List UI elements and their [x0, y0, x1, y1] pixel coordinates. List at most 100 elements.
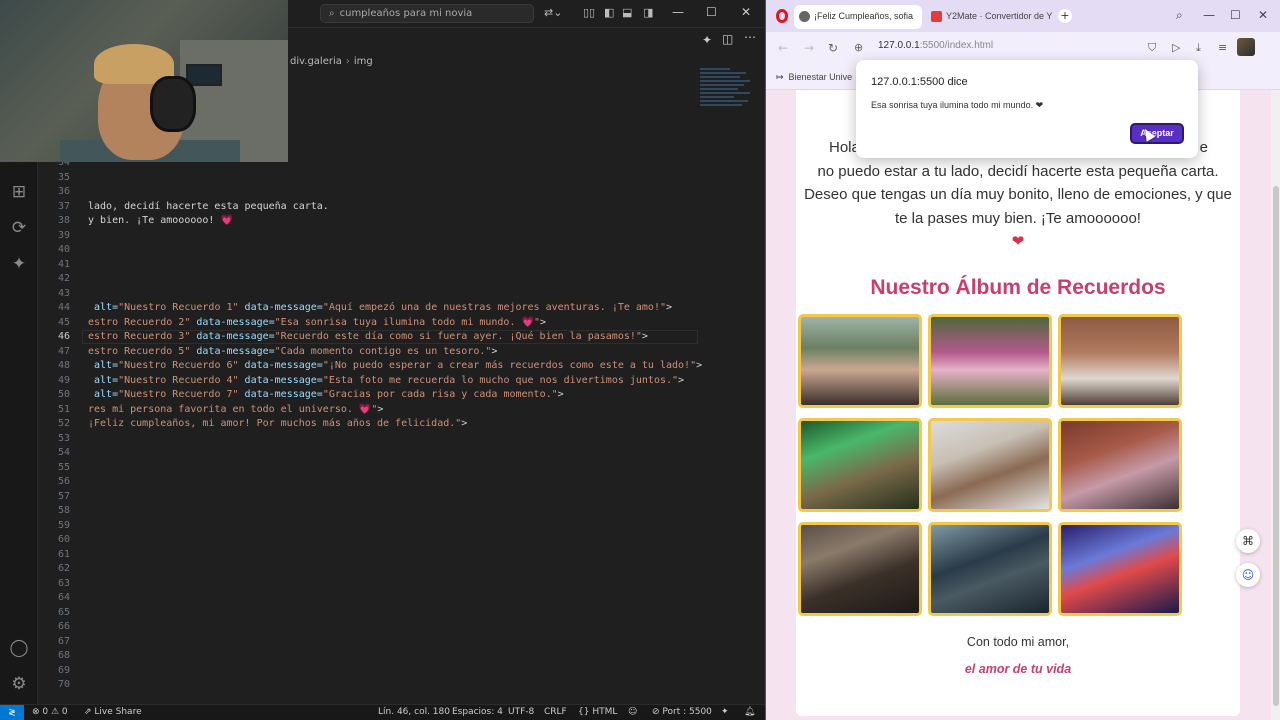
- cursor-position[interactable]: Lín. 46, col. 180: [378, 707, 450, 717]
- code-line[interactable]: 43: [38, 287, 698, 301]
- close-icon[interactable]: ✕: [1258, 8, 1268, 22]
- code-editor[interactable]: 34 35 36 37 lado, decidí hacerte esta pequeñ…: [38, 80, 702, 704]
- extensions-icon[interactable]: ⊞: [9, 182, 29, 202]
- minimap[interactable]: [700, 66, 758, 136]
- album-photo-1[interactable]: [798, 314, 922, 408]
- minimize-icon[interactable]: —: [1203, 8, 1215, 22]
- scrollbar-thumb[interactable]: [1273, 186, 1279, 706]
- toggle-panel-icon[interactable]: ⬓: [622, 6, 632, 19]
- code-line[interactable]: 60: [38, 533, 698, 547]
- toggle-sidebar-icon[interactable]: ◧: [604, 6, 614, 19]
- tab-birthday[interactable]: ¡Feliz Cumpleaños, sofia: [794, 5, 922, 29]
- settings-gear-icon[interactable]: ⚙: [9, 674, 29, 694]
- avatar[interactable]: [1237, 38, 1255, 56]
- code-line[interactable]: 46 estro Recuerdo 3" data-message="Recuer…: [38, 330, 698, 344]
- album-photo-2[interactable]: [928, 314, 1052, 408]
- code-line[interactable]: 57: [38, 490, 698, 504]
- indentation[interactable]: Espacios: 4: [452, 707, 503, 717]
- accept-button[interactable]: Aceptar: [1130, 123, 1184, 144]
- code-line[interactable]: 35: [38, 171, 698, 185]
- code-line[interactable]: 62: [38, 562, 698, 576]
- search-tabs-icon[interactable]: ⌕: [1176, 8, 1183, 23]
- code-line[interactable]: 37 lado, decidí hacerte esta pequeña cart…: [38, 200, 698, 214]
- code-line[interactable]: 59: [38, 519, 698, 533]
- bookmark-item[interactable]: ↦ Bienestar Unive: [776, 72, 852, 83]
- code-line[interactable]: 51 res mi persona favorita en todo el uni…: [38, 403, 698, 417]
- maximize-icon[interactable]: ☐: [706, 5, 717, 19]
- opera-logo-icon[interactable]: [776, 9, 788, 23]
- code-line[interactable]: 61: [38, 548, 698, 562]
- url-field[interactable]: 127.0.0.1:5500/index.html: [878, 40, 993, 51]
- code-line[interactable]: 47 estro Recuerdo 5" data-message="Cada m…: [38, 345, 698, 359]
- command-center-search[interactable]: ⌕ cumpleaños para mi novia: [320, 4, 534, 23]
- send-icon[interactable]: ▷: [1172, 41, 1180, 54]
- menu-icon[interactable]: ≡: [1218, 41, 1227, 54]
- album-photo-3[interactable]: [1058, 314, 1182, 408]
- account-icon[interactable]: ◯: [9, 638, 29, 658]
- assistant-icon[interactable]: ☺: [1236, 563, 1260, 587]
- line-ending[interactable]: CRLF: [544, 707, 567, 717]
- code-line[interactable]: 66: [38, 620, 698, 634]
- album-photo-6[interactable]: [1058, 418, 1182, 512]
- minimize-icon[interactable]: —: [672, 5, 684, 19]
- code-line[interactable]: 42: [38, 272, 698, 286]
- code-line[interactable]: 50 alt="Nuestro Recuerdo 7" data-message…: [38, 388, 698, 402]
- copilot-icon[interactable]: ⇄⌄: [544, 6, 562, 19]
- code-line[interactable]: 64: [38, 591, 698, 605]
- site-info-icon[interactable]: ⊕: [854, 41, 863, 54]
- breadcrumb-item[interactable]: img: [354, 56, 373, 67]
- sparkle-icon[interactable]: ✦: [702, 33, 712, 47]
- code-line[interactable]: 53: [38, 432, 698, 446]
- code-line[interactable]: 55: [38, 461, 698, 475]
- toggle-secondary-icon[interactable]: ◨: [643, 6, 653, 19]
- code-line[interactable]: 41: [38, 258, 698, 272]
- album-photo-4[interactable]: [798, 418, 922, 512]
- new-tab-button[interactable]: +: [1058, 9, 1072, 23]
- layout-icon[interactable]: ▯▯: [583, 6, 595, 19]
- close-icon[interactable]: ✕: [741, 5, 751, 19]
- code-line[interactable]: 36: [38, 185, 698, 199]
- code-line[interactable]: 54: [38, 446, 698, 460]
- code-line[interactable]: 39: [38, 229, 698, 243]
- copilot-icon[interactable]: ✦: [721, 707, 729, 717]
- remote-explorer-icon[interactable]: ⟳: [9, 218, 29, 238]
- maximize-icon[interactable]: ☐: [1230, 8, 1241, 22]
- code-line[interactable]: 67: [38, 635, 698, 649]
- copilot-sparkle-icon[interactable]: ✦: [9, 254, 29, 274]
- forward-icon[interactable]: →: [804, 41, 814, 55]
- album-photo-8[interactable]: [928, 522, 1052, 616]
- album-photo-5[interactable]: [928, 418, 1052, 512]
- shield-icon[interactable]: ⛉: [1148, 41, 1156, 55]
- page-scrollbar[interactable]: [1271, 90, 1280, 720]
- code-line[interactable]: 48 alt="Nuestro Recuerdo 6" data-message…: [38, 359, 702, 373]
- editor-scrollbar[interactable]: [755, 30, 763, 704]
- back-icon[interactable]: ←: [778, 41, 788, 55]
- code-line[interactable]: 44 alt="Nuestro Recuerdo 1" data-message…: [38, 301, 698, 315]
- code-line[interactable]: 45 estro Recuerdo 2" data-message="Esa so…: [38, 316, 698, 330]
- tab-y2mate[interactable]: Y2Mate · Convertidor de Y: [926, 5, 1054, 29]
- live-share-button[interactable]: ⇗ Live Share: [84, 707, 142, 717]
- code-line[interactable]: 65: [38, 606, 698, 620]
- breadcrumb-item[interactable]: div.galeria: [290, 56, 342, 67]
- split-editor-icon[interactable]: ◫: [722, 32, 733, 46]
- encoding[interactable]: UTF-8: [508, 707, 534, 717]
- download-icon[interactable]: ⤓: [1196, 41, 1201, 55]
- code-line[interactable]: 58: [38, 504, 698, 518]
- grid-apps-icon[interactable]: ⌘: [1236, 529, 1260, 553]
- code-line[interactable]: 52 ¡Feliz cumpleaños, mi amor! Por muchos…: [38, 417, 698, 431]
- code-line[interactable]: 56: [38, 475, 698, 489]
- language-mode[interactable]: {} HTML: [578, 707, 617, 717]
- live-server-port[interactable]: ⊘ Port : 5500: [652, 707, 712, 717]
- code-line[interactable]: 49 alt="Nuestro Recuerdo 4" data-message…: [38, 374, 698, 388]
- copilot-status-icon[interactable]: ☺: [628, 707, 637, 717]
- album-photo-7[interactable]: [798, 522, 922, 616]
- remote-indicator-icon[interactable]: ≷: [0, 705, 24, 720]
- problems-count[interactable]: ⊗ 0 ⚠ 0: [32, 707, 68, 717]
- code-line[interactable]: 68: [38, 649, 698, 663]
- notifications-icon[interactable]: 🔔︎: [744, 707, 755, 717]
- code-line[interactable]: 70: [38, 678, 698, 692]
- album-photo-9[interactable]: [1058, 522, 1182, 616]
- code-line[interactable]: 40: [38, 243, 698, 257]
- code-line[interactable]: 63: [38, 577, 698, 591]
- code-line[interactable]: 38 y bien. ¡Te amoooooo! 💗: [38, 214, 698, 228]
